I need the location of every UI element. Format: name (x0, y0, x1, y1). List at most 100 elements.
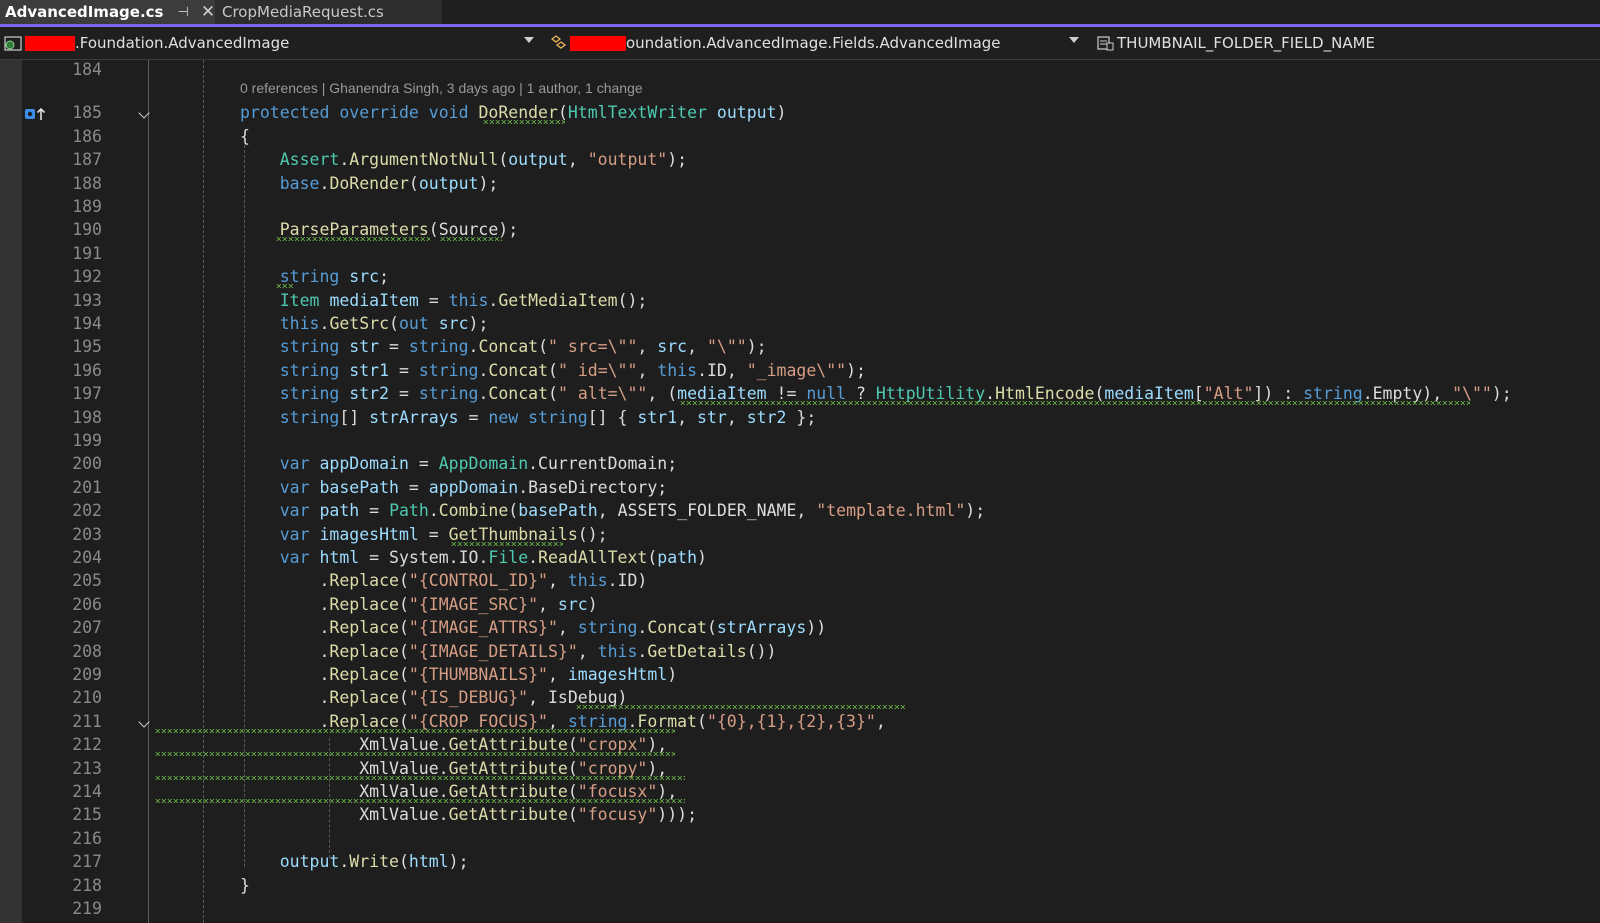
code-text: ( (389, 314, 399, 333)
warning-squiggle (155, 799, 685, 803)
code-line[interactable]: 188 base.DoRender(output); (0, 172, 1600, 195)
line-number: 195 (72, 337, 102, 357)
code-line[interactable]: 202 var path = Path.Combine(basePath, AS… (0, 499, 1600, 522)
code-line[interactable]: 196 string str1 = string.Concat(" id=\""… (0, 359, 1600, 382)
identifier-token: str2 (349, 384, 390, 404)
override-marker-icon[interactable] (24, 105, 48, 121)
code-line[interactable]: 190 ParseParameters(Source); (0, 218, 1600, 241)
string-token: "focusy" (577, 805, 658, 825)
code-line[interactable]: 208 .Replace("{IMAGE_DETAILS}", this.Get… (0, 640, 1600, 663)
line-number: 206 (72, 594, 102, 614)
code-text: , ( (647, 384, 678, 404)
code-text: ); (667, 150, 688, 170)
member-dropdown[interactable]: THUMBNAIL_FOLDER_FIELD_NAME (1092, 27, 1592, 59)
line-number: 193 (72, 290, 102, 310)
method-token: ReadAllText (538, 548, 648, 567)
close-icon[interactable]: ✕ (201, 2, 215, 22)
code-line[interactable]: 191 (0, 242, 1600, 265)
code-line[interactable]: 206 .Replace("{IMAGE_SRC}", src) (0, 593, 1600, 616)
tab-advancedimage[interactable]: AdvancedImage.cs ⊣ ✕ (0, 0, 215, 24)
code-line[interactable]: 194 this.GetSrc(out src); (0, 312, 1600, 335)
code-text: = (389, 384, 419, 404)
keyword-token: base (279, 173, 320, 193)
code-line[interactable]: 207 .Replace("{IMAGE_ATTRS}", string.Con… (0, 616, 1600, 639)
code-text: ); (478, 173, 499, 193)
code-line[interactable]: 203 var imagesHtml = GetThumbnails(); (0, 523, 1600, 546)
code-line[interactable]: 209 .Replace("{THUMBNAILS}", imagesHtml) (0, 663, 1600, 686)
code-line[interactable]: 187 Assert.ArgumentNotNull(output, "outp… (0, 148, 1600, 171)
warning-squiggle (440, 237, 502, 242)
codelens-info[interactable]: 0 references | Ghanendra Singh, 3 days a… (240, 80, 643, 96)
identifier-token: imagesHtml (319, 524, 419, 544)
keyword-token: new (488, 407, 519, 427)
code-text: .CurrentDomain; (528, 454, 678, 474)
code-line[interactable]: 200 var appDomain = AppDomain.CurrentDom… (0, 452, 1600, 475)
navigation-bar: .Foundation.AdvancedImage oundation.Adva… (0, 27, 1600, 60)
code-line[interactable]: 184 (0, 60, 1600, 81)
pin-icon[interactable]: ⊣ (178, 5, 189, 20)
collapse-chevron-icon[interactable] (138, 107, 150, 120)
code-line[interactable]: 201 var basePath = appDomain.BaseDirecto… (0, 476, 1600, 499)
constant-icon (1097, 36, 1114, 51)
line-number: 198 (72, 407, 102, 427)
redacted-block (570, 35, 626, 51)
project-dropdown[interactable]: .Foundation.AdvancedImage (0, 27, 540, 59)
code-content: XmlValue.GetAttribute("focusy"))); (240, 803, 697, 826)
string-token: "_image\"" (746, 360, 847, 380)
code-line[interactable]: 186 { (0, 125, 1600, 148)
code-content: .Replace("{IS_DEBUG}", IsDebug) (240, 686, 627, 709)
warning-squiggle (276, 237, 430, 242)
code-text: ( (548, 384, 558, 404)
code-line[interactable]: 217 output.Write(html); (0, 850, 1600, 873)
code-text: = (379, 337, 409, 357)
keyword-token: var (279, 501, 310, 521)
code-line[interactable]: 195 string str = string.Concat(" src=\""… (0, 335, 1600, 358)
project-label: .Foundation.AdvancedImage (75, 34, 290, 52)
code-text: , (567, 150, 588, 170)
code-line[interactable]: 205 .Replace("{CONTROL_ID}", this.ID) (0, 569, 1600, 592)
method-token: Combine (438, 501, 509, 521)
code-line[interactable]: 192 string src; (0, 265, 1600, 288)
code-line[interactable]: 204 var html = System.IO.File.ReadAllTex… (0, 546, 1600, 569)
identifier-token: output (279, 852, 340, 872)
identifier-token: appDomain (428, 477, 519, 497)
type-token: Item (279, 290, 320, 310)
code-text: . (339, 852, 350, 872)
code-line[interactable]: 198 string[] strArrays = new string[] { … (0, 406, 1600, 429)
line-number: 191 (72, 243, 102, 263)
identifier-token: mediaItem (329, 290, 419, 310)
string-token: " id=\"" (557, 360, 638, 380)
code-text: ( (548, 360, 558, 380)
code-line[interactable]: 216 (0, 827, 1600, 850)
line-number: 185 (72, 103, 102, 123)
tab-cropmediarequest[interactable]: CropMediaRequest.cs (215, 0, 442, 24)
code-line[interactable]: 218} (0, 874, 1600, 897)
type-dropdown[interactable]: oundation.AdvancedImage.Fields.AdvancedI… (545, 27, 1085, 59)
code-line[interactable]: 199 (0, 429, 1600, 452)
code-line[interactable]: 215 XmlValue.GetAttribute("focusy"))); (0, 803, 1600, 826)
identifier-token: src (349, 267, 380, 287)
code-line[interactable]: 185 protected override void DoRender(Html… (0, 101, 1600, 124)
identifier-token: str1 (349, 360, 390, 380)
code-line[interactable]: 193 Item mediaItem = this.GetMediaItem()… (0, 289, 1600, 312)
collapse-chevron-icon[interactable] (138, 716, 150, 728)
code-editor[interactable]: 0 references | Ghanendra Singh, 3 days a… (0, 60, 1600, 923)
code-line[interactable]: 189 (0, 195, 1600, 218)
chevron-down-icon (524, 37, 534, 43)
line-number: 186 (72, 126, 102, 146)
code-line[interactable]: 219 (0, 897, 1600, 920)
code-text: ( (398, 618, 409, 638)
code-text: . (637, 641, 648, 661)
